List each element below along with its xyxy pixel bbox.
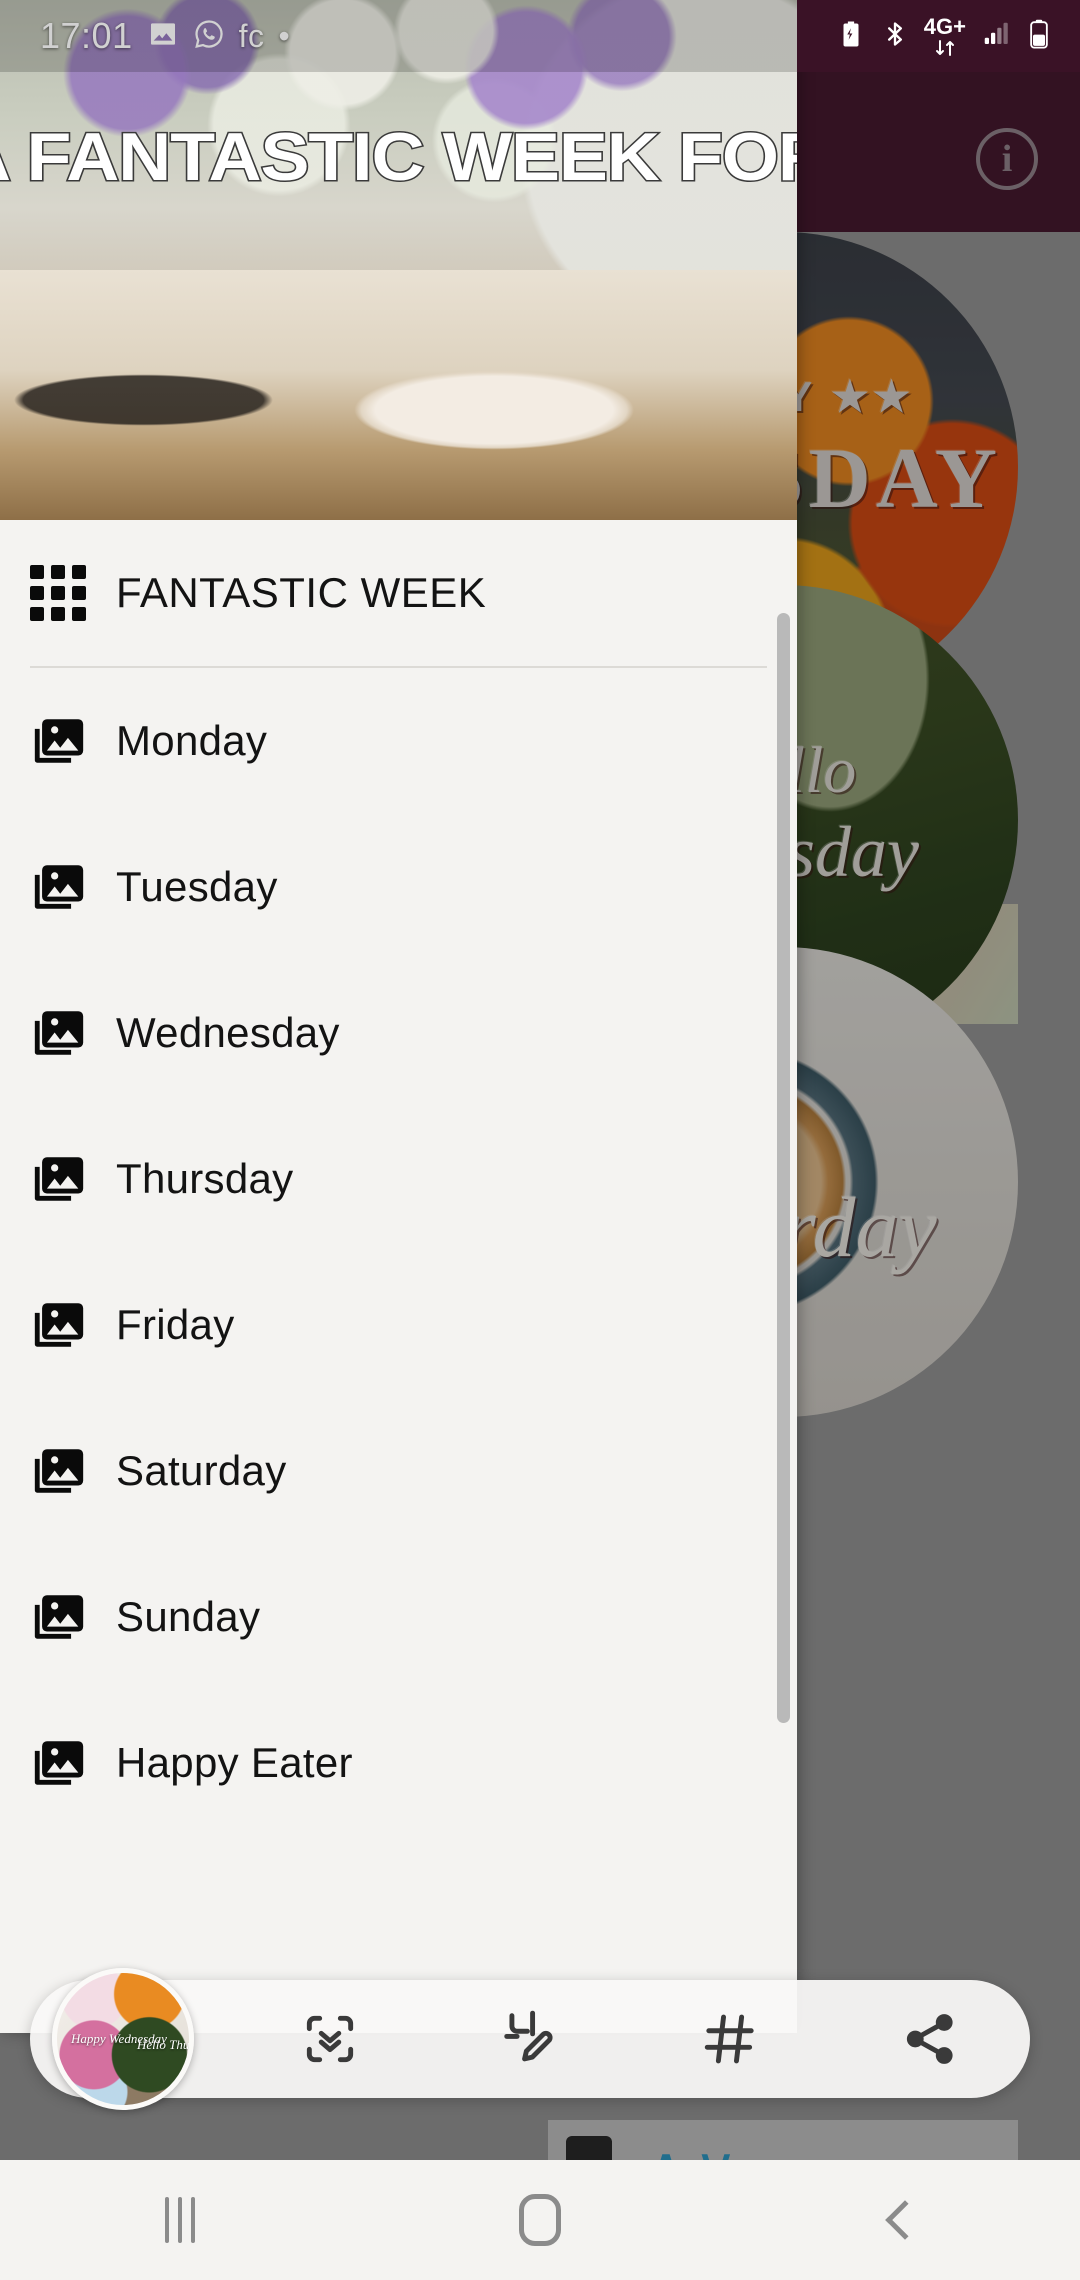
drawer-item-label: Tuesday bbox=[116, 863, 278, 910]
photo-library-icon bbox=[30, 1442, 116, 1500]
drawer-item-tuesday[interactable]: Tuesday bbox=[0, 814, 797, 960]
bluetooth-icon bbox=[881, 20, 909, 53]
recents-button[interactable] bbox=[0, 2197, 360, 2243]
photo-library-icon bbox=[30, 858, 116, 916]
phone-screen: i HAPPY ★★ TUESDAY Hello Thursday Saturd… bbox=[0, 0, 1080, 2280]
share-icon bbox=[906, 2014, 953, 2064]
back-icon bbox=[885, 2200, 925, 2240]
hashtag-button[interactable] bbox=[630, 1980, 830, 2098]
back-button[interactable] bbox=[720, 2200, 1080, 2240]
drawer-item-thursday[interactable]: Thursday bbox=[0, 1106, 797, 1252]
drawer-item-happy-eater[interactable]: Happy Eater bbox=[0, 1690, 797, 1836]
photo-library-icon bbox=[30, 1150, 116, 1208]
status-bar: 17:01 fc • 4G+ bbox=[0, 0, 1080, 72]
drawer-item-label: Saturday bbox=[116, 1447, 287, 1494]
status-bar-right: 4G+ bbox=[797, 0, 1080, 72]
home-icon bbox=[519, 2194, 561, 2246]
scan-chevrons-icon bbox=[306, 2015, 354, 2063]
signal-bars-icon bbox=[981, 19, 1011, 54]
scan-extract-button[interactable] bbox=[230, 1980, 430, 2098]
drawer-item-monday[interactable]: Monday bbox=[0, 668, 797, 814]
recents-icon bbox=[165, 2197, 195, 2243]
data-arrows-icon bbox=[935, 39, 954, 56]
photo-library-icon bbox=[30, 712, 116, 770]
drawer-item-wednesday[interactable]: Wednesday bbox=[0, 960, 797, 1106]
drawer-header-image[interactable]: A FANTASTIC WEEK FOR YOU bbox=[0, 0, 797, 520]
drawer-item-friday[interactable]: Friday bbox=[0, 1252, 797, 1398]
network-label: 4G+ bbox=[923, 13, 966, 39]
grid-icon bbox=[30, 565, 116, 621]
drawer-item-sunday[interactable]: Sunday bbox=[0, 1544, 797, 1690]
drawer-section-title-row[interactable]: FANTASTIC WEEK bbox=[0, 520, 797, 666]
navigation-drawer: A FANTASTIC WEEK FOR YOU FANTASTIC WEEK bbox=[0, 0, 797, 2033]
drawer-item-label: Happy Eater bbox=[116, 1739, 353, 1786]
android-navigation-bar bbox=[0, 2160, 1080, 2280]
bottom-action-toolbar: Happy Wednesday Hello Thursday bbox=[30, 1968, 1030, 2110]
home-button[interactable] bbox=[360, 2194, 720, 2246]
drawer-section-title-label: FANTASTIC WEEK bbox=[116, 569, 487, 616]
drawer-item-label: Monday bbox=[116, 717, 268, 764]
network-4gplus-icon: 4G+ bbox=[923, 13, 966, 57]
drawer-item-label: Sunday bbox=[116, 1593, 261, 1640]
avatar-caption-2: Hello Thursday bbox=[137, 2037, 194, 2052]
photo-library-icon bbox=[30, 1004, 116, 1062]
drawer-scrollbar[interactable] bbox=[777, 613, 790, 1723]
album-collage-avatar[interactable]: Happy Wednesday Hello Thursday bbox=[52, 1968, 194, 2110]
battery-icon bbox=[1026, 19, 1052, 54]
hashtag-icon bbox=[704, 2014, 754, 2064]
drawer-item-label: Friday bbox=[116, 1301, 235, 1348]
drawer-item-label: Thursday bbox=[116, 1155, 294, 1202]
photo-library-icon bbox=[30, 1296, 116, 1354]
drawer-header-title: A FANTASTIC WEEK FOR YOU bbox=[0, 118, 797, 197]
edit-crop-button[interactable] bbox=[430, 1980, 630, 2098]
header-photo-foreground bbox=[0, 270, 797, 520]
share-button[interactable] bbox=[830, 1980, 1030, 2098]
photo-library-icon bbox=[30, 1588, 116, 1646]
drawer-menu-list: FANTASTIC WEEK Monday Tuesday Wednesday … bbox=[0, 520, 797, 1836]
drawer-item-saturday[interactable]: Saturday bbox=[0, 1398, 797, 1544]
photo-library-icon bbox=[30, 1734, 116, 1792]
drawer-item-label: Wednesday bbox=[116, 1009, 340, 1056]
status-bar-tint bbox=[0, 0, 797, 72]
battery-saver-icon bbox=[836, 19, 866, 54]
crop-pencil-icon bbox=[504, 2010, 553, 2062]
